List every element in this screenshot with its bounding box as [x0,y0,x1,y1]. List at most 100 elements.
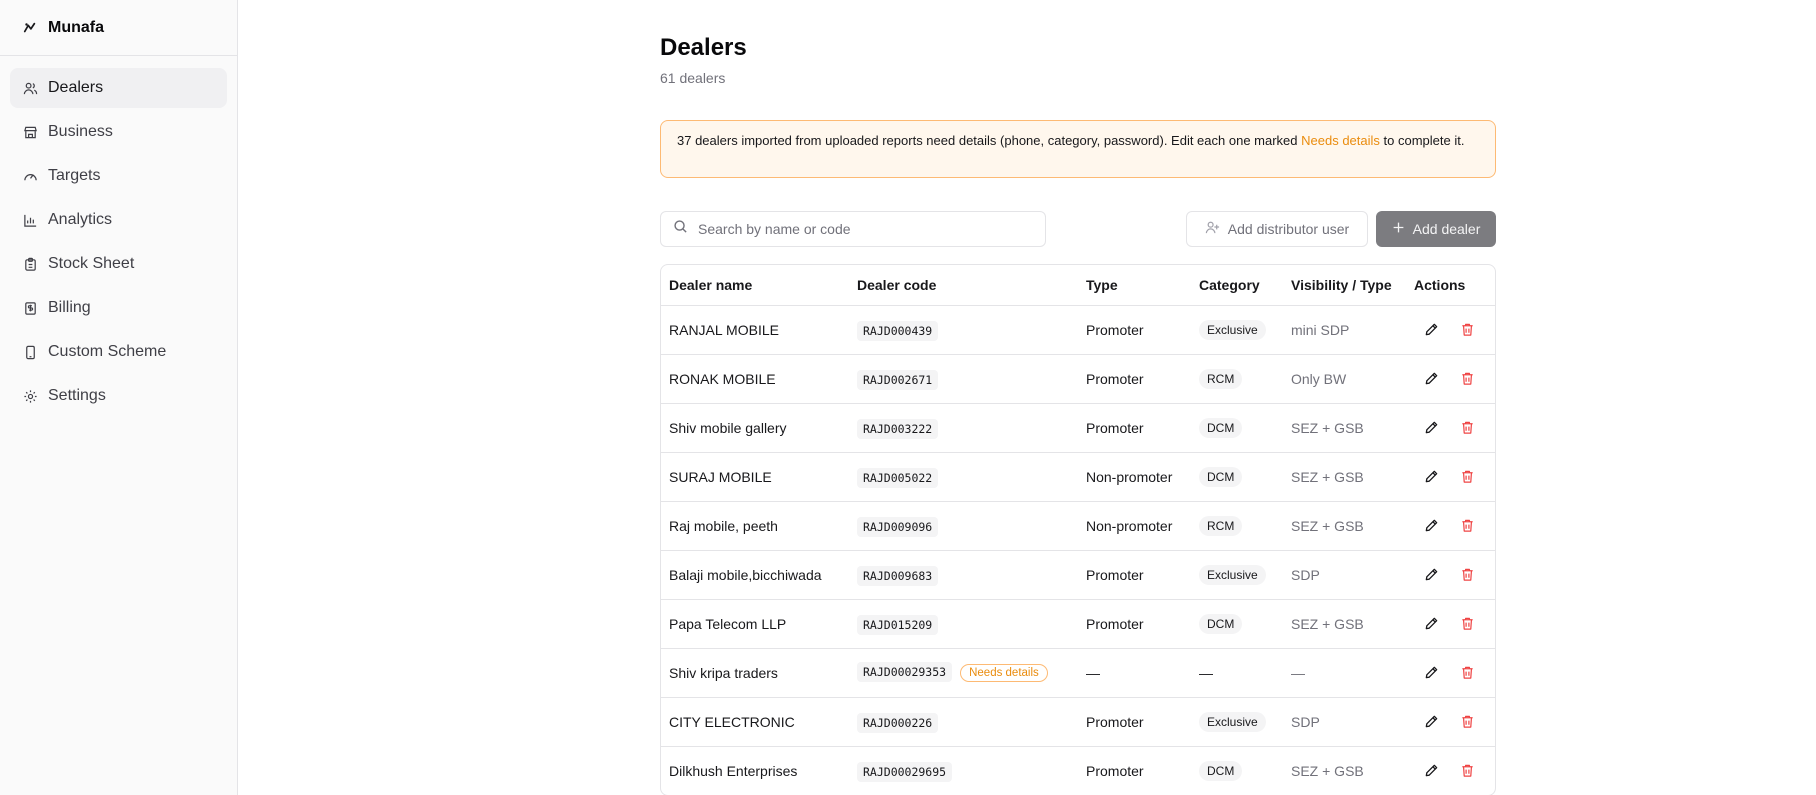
page-title: Dealers [660,34,747,61]
table-row: RONAK MOBILE RAJD002671 Promoter RCM Only BW [661,354,1495,404]
edit-icon[interactable] [1422,762,1440,780]
type-cell: Promoter [1078,305,1191,355]
header-category: Category [1191,265,1283,306]
sidebar-nav: Dealers Business Targets Analytics Stock… [0,56,237,432]
sidebar: Munafa Dealers Business Targets Analytic… [0,0,238,795]
dealer-code-cell: RAJD00029353 Needs details [849,648,1078,698]
sidebar-item-label: Custom Scheme [48,343,167,360]
sidebar-item-business[interactable]: Business [10,112,227,152]
store-icon [22,124,38,140]
type-cell: — [1078,648,1191,698]
actions-cell [1406,452,1495,502]
dealer-name-cell: Dilkhush Enterprises [669,762,798,779]
table-row: SURAJ MOBILE RAJD005022 Non-promoter DCM SEZ… [661,452,1495,502]
alert-text-end: to complete it. [1379,133,1465,148]
table-row: RANJAL MOBILE RAJD000439 Promoter Exclusive… [661,305,1495,355]
delete-icon[interactable] [1458,321,1476,339]
edit-icon[interactable] [1422,370,1440,388]
edit-icon[interactable] [1422,468,1440,486]
edit-icon[interactable] [1422,664,1440,682]
sidebar-item-custom-scheme[interactable]: Custom Scheme [10,332,227,372]
dealer-name-cell: Papa Telecom LLP [661,599,849,649]
header-dealer-code: Dealer code [849,265,1078,306]
table-row: Shiv mobile gallery RAJD003222 Promoter DCM… [661,403,1495,453]
dealer-code-cell: RAJD000439 [849,305,1078,355]
category-badge: DCM [1199,760,1243,781]
type-cell: Non-promoter [1078,501,1191,551]
header-dealer-name: Dealer name [661,265,849,306]
users-icon [22,80,38,96]
table-row: Shiv kripa traders RAJD00029353 Needs deta… [661,648,1495,698]
delete-icon[interactable] [1458,419,1476,437]
delete-icon[interactable] [1458,664,1476,682]
table-row: Papa Telecom LLP RAJD015209 Promoter DCM SEZ… [661,599,1495,649]
sidebar-item-label: Business [48,123,113,140]
delete-icon[interactable] [1458,713,1476,731]
visibility-cell: SDP [1283,697,1406,747]
dealer-code: RAJD003222 [857,418,939,439]
delete-icon[interactable] [1458,370,1476,388]
edit-icon[interactable] [1422,615,1440,633]
sidebar-item-targets[interactable]: Targets [10,156,227,196]
sidebar-item-stock-sheet[interactable]: Stock Sheet [10,244,227,284]
dealer-code: RAJD00029695 [857,761,953,782]
sidebar-item-label: Dealers [48,79,104,96]
sidebar-item-dealers[interactable]: Dealers [10,68,227,108]
delete-icon[interactable] [1458,566,1476,584]
user-plus-icon [1205,220,1220,238]
actions-cell [1406,354,1495,404]
edit-icon[interactable] [1422,566,1440,584]
category-cell: RCM [1191,501,1283,551]
edit-icon[interactable] [1422,517,1440,535]
category-cell: DCM [1191,599,1283,649]
plus-icon [1392,221,1405,237]
add-distributor-label: Add distributor user [1227,221,1350,237]
category-badge: DCM [1199,466,1243,487]
add-dealer-button[interactable]: Add dealer [1376,211,1496,247]
receipt-icon [22,300,38,316]
sidebar-item-label: Stock Sheet [48,255,135,272]
add-distributor-user-button[interactable]: Add distributor user [1186,211,1368,247]
category-badge: DCM [1199,417,1243,438]
alert-highlight: Needs details [1301,133,1380,148]
dealer-code-cell: RAJD000226 [849,697,1078,747]
table-row: CITY ELECTRONIC RAJD000226 Promoter Exclusi… [661,697,1495,747]
visibility-cell: Only BW [1283,354,1406,404]
visibility-cell: SEZ + GSB [1291,762,1364,779]
edit-icon[interactable] [1422,419,1440,437]
edit-icon[interactable] [1422,713,1440,731]
delete-icon[interactable] [1458,517,1476,535]
phone-icon [22,344,38,360]
type-cell: Promoter [1086,762,1144,779]
gear-icon [22,388,38,404]
sidebar-item-billing[interactable]: Billing [10,288,227,328]
category-cell: DCM [1191,403,1283,453]
actions-cell [1406,403,1495,453]
search-input[interactable] [698,221,1028,237]
header-type: Type [1078,265,1191,306]
dealer-name-cell: Balaji mobile,bicchiwada [661,550,849,600]
table-header-row: Dealer name Dealer code Type Category Vi… [661,265,1495,306]
category-badge: DCM [1199,613,1243,634]
delete-icon[interactable] [1458,615,1476,633]
toolbar: Add distributor user Add dealer [660,211,1496,247]
dealer-name-cell: Raj mobile, peeth [661,501,849,551]
dealer-code-cell: RAJD009683 [849,550,1078,600]
visibility-cell: SEZ + GSB [1283,501,1406,551]
sidebar-item-analytics[interactable]: Analytics [10,200,227,240]
dealer-code-cell: RAJD009096 [849,501,1078,551]
dealer-name-cell: SURAJ MOBILE [661,452,849,502]
header-actions: Actions [1406,265,1495,306]
delete-icon[interactable] [1458,468,1476,486]
category-badge: RCM [1199,515,1243,536]
dealer-code: RAJD000439 [857,320,939,341]
category-badge: Exclusive [1199,711,1266,732]
sidebar-item-settings[interactable]: Settings [10,376,227,416]
actions-cell [1406,599,1495,649]
edit-icon[interactable] [1422,321,1440,339]
search-icon [673,219,688,239]
actions-cell [1406,305,1495,355]
dealer-code-cell: RAJD002671 [849,354,1078,404]
category-badge: Exclusive [1199,564,1266,585]
delete-icon[interactable] [1458,762,1476,780]
